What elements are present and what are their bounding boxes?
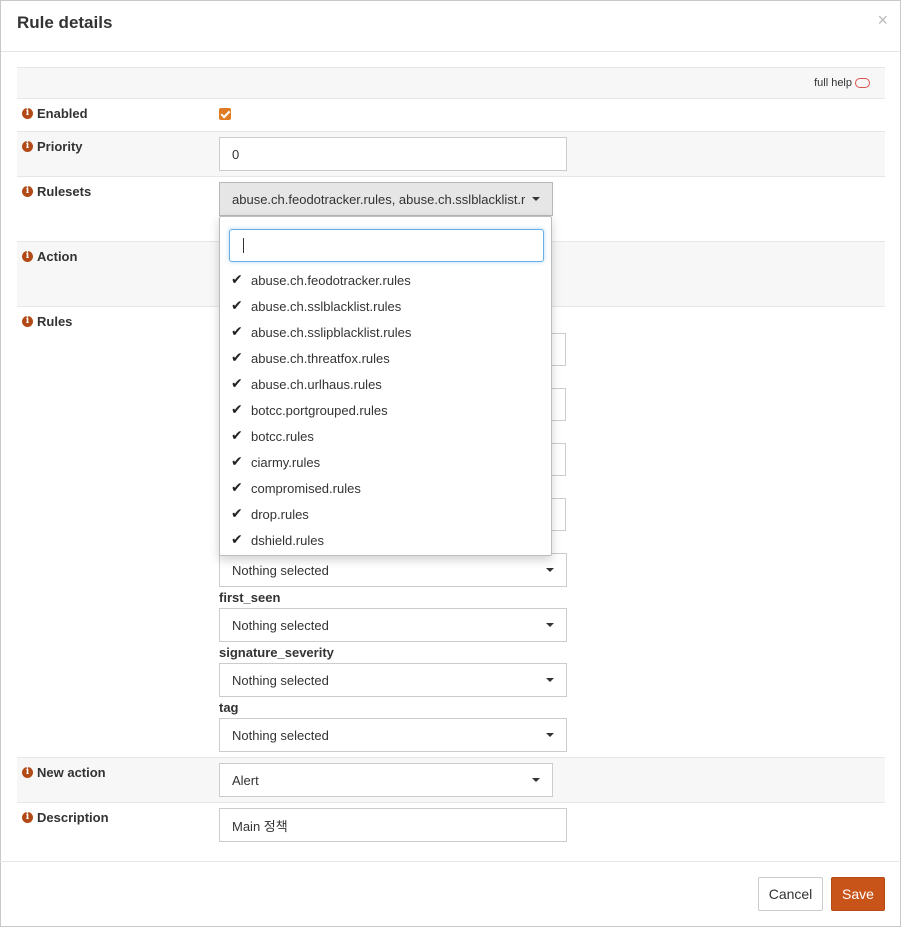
checkmark-icon: ✔: [231, 272, 243, 288]
tag-value: Nothing selected: [232, 727, 329, 743]
rulesets-selected-text: abuse.ch.feodotracker.rules, abuse.ch.ss…: [232, 191, 526, 207]
toggle-icon[interactable]: [855, 78, 870, 88]
dropdown-item-label: ciarmy.rules: [251, 454, 321, 470]
rules-filter-select[interactable]: Nothing selected: [219, 553, 567, 587]
rulesets-label-text: Rulesets: [37, 184, 92, 199]
checkmark-icon: ✔: [231, 324, 243, 340]
checkmark-icon: ✔: [231, 428, 243, 444]
new-action-label: i New action: [22, 765, 106, 780]
enabled-label: i Enabled: [22, 106, 88, 121]
priority-label: i Priority: [22, 139, 83, 154]
first-seen-select[interactable]: Nothing selected: [219, 608, 567, 642]
dropdown-item-label: botcc.portgrouped.rules: [251, 402, 388, 418]
info-icon[interactable]: i: [22, 141, 33, 152]
close-icon[interactable]: ×: [877, 10, 888, 31]
signature-severity-value: Nothing selected: [232, 672, 329, 688]
dropdown-item-label: abuse.ch.sslipblacklist.rules: [251, 324, 412, 340]
dropdown-item-label: abuse.ch.sslblacklist.rules: [251, 298, 402, 314]
checkmark-icon: ✔: [231, 532, 243, 548]
priority-label-text: Priority: [37, 139, 83, 154]
chevron-down-icon: [546, 568, 554, 572]
chevron-down-icon: [532, 197, 540, 201]
dropdown-item[interactable]: ✔ abuse.ch.feodotracker.rules: [231, 267, 411, 293]
modal-title: Rule details: [17, 13, 113, 32]
first-seen-label: first_seen: [219, 590, 281, 605]
dropdown-item-label: abuse.ch.threatfox.rules: [251, 350, 390, 366]
cancel-button[interactable]: Cancel: [758, 877, 823, 911]
new-action-value: Alert: [232, 772, 259, 788]
row-enabled: i Enabled: [17, 98, 885, 132]
info-icon[interactable]: i: [22, 316, 33, 327]
enabled-checkbox[interactable]: [219, 108, 231, 120]
dropdown-item[interactable]: ✔ botcc.rules: [231, 423, 314, 449]
help-row: full help: [17, 67, 885, 99]
new-action-select[interactable]: Alert: [219, 763, 553, 797]
dropdown-item-label: dshield.rules: [251, 532, 324, 548]
chevron-down-icon: [546, 678, 554, 682]
tag-select[interactable]: Nothing selected: [219, 718, 567, 752]
dropdown-item[interactable]: ✔ abuse.ch.sslipblacklist.rules: [231, 319, 411, 345]
hidden-select-edge[interactable]: [552, 333, 566, 366]
enabled-label-text: Enabled: [37, 106, 88, 121]
full-help-toggle[interactable]: full help: [814, 77, 870, 89]
checkmark-icon: ✔: [231, 454, 243, 470]
rules-label: i Rules: [22, 314, 72, 329]
signature-severity-label: signature_severity: [219, 645, 334, 660]
dropdown-item-label: compromised.rules: [251, 480, 361, 496]
dropdown-item-label: drop.rules: [251, 506, 309, 522]
dropdown-item-label: botcc.rules: [251, 428, 314, 444]
description-label-text: Description: [37, 810, 109, 825]
info-icon[interactable]: i: [22, 186, 33, 197]
info-icon[interactable]: i: [22, 767, 33, 778]
hidden-select-edge[interactable]: [552, 388, 566, 421]
chevron-down-icon: [532, 778, 540, 782]
dropdown-item[interactable]: ✔ ciarmy.rules: [231, 449, 320, 475]
dropdown-item-label: abuse.ch.feodotracker.rules: [251, 272, 411, 288]
dropdown-item[interactable]: ✔ dshield.rules: [231, 527, 324, 553]
first-seen-value: Nothing selected: [232, 617, 329, 633]
priority-input[interactable]: 0: [219, 137, 567, 171]
description-input[interactable]: Main 정책: [219, 808, 567, 842]
info-icon[interactable]: i: [22, 812, 33, 823]
save-button[interactable]: Save: [831, 877, 885, 911]
checkmark-icon: ✔: [231, 480, 243, 496]
dropdown-item-label: abuse.ch.urlhaus.rules: [251, 376, 382, 392]
rulesets-label: i Rulesets: [22, 184, 91, 199]
info-icon[interactable]: i: [22, 108, 33, 119]
dropdown-item[interactable]: ✔ abuse.ch.sslblacklist.rules: [231, 293, 401, 319]
checkmark-icon: ✔: [231, 402, 243, 418]
chevron-down-icon: [546, 733, 554, 737]
action-label-text: Action: [37, 249, 78, 264]
info-icon[interactable]: i: [22, 251, 33, 262]
dropdown-item[interactable]: ✔ botcc.portgrouped.rules: [231, 397, 388, 423]
text-cursor: [243, 238, 244, 253]
new-action-label-text: New action: [37, 765, 106, 780]
rules-filter-value: Nothing selected: [232, 562, 329, 578]
modal-header: Rule details ×: [1, 1, 900, 52]
signature-severity-select[interactable]: Nothing selected: [219, 663, 567, 697]
full-help-label: full help: [814, 77, 852, 89]
checkmark-icon: ✔: [231, 506, 243, 522]
hidden-select-edge[interactable]: [552, 443, 566, 476]
dropdown-search-input[interactable]: [229, 229, 544, 262]
chevron-down-icon: [546, 623, 554, 627]
dropdown-item[interactable]: ✔ abuse.ch.urlhaus.rules: [231, 371, 382, 397]
checkmark-icon: ✔: [231, 376, 243, 392]
dropdown-item[interactable]: ✔ drop.rules: [231, 501, 309, 527]
rules-label-text: Rules: [37, 314, 73, 329]
action-label: i Action: [22, 249, 77, 264]
dropdown-item[interactable]: ✔ compromised.rules: [231, 475, 361, 501]
description-label: i Description: [22, 810, 109, 825]
hidden-select-edge[interactable]: [552, 498, 566, 531]
dropdown-item[interactable]: ✔ abuse.ch.threatfox.rules: [231, 345, 390, 371]
rulesets-select[interactable]: abuse.ch.feodotracker.rules, abuse.ch.ss…: [219, 182, 553, 216]
checkmark-icon: ✔: [231, 350, 243, 366]
checkmark-icon: ✔: [231, 298, 243, 314]
rulesets-dropdown-menu: ✔ abuse.ch.feodotracker.rules ✔ abuse.ch.ss…: [219, 216, 552, 556]
tag-label: tag: [219, 700, 239, 715]
